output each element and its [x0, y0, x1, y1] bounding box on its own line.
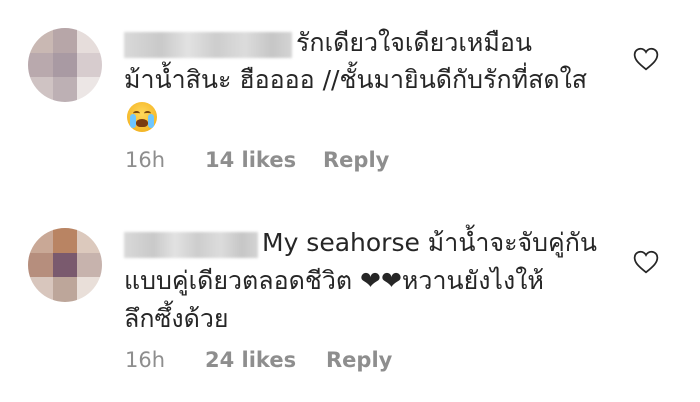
- comment-item-2: My seahorse ม้าน้ำจะจับคู่กัน แบบคู่เดีย…: [0, 190, 700, 402]
- loudly-crying-face-icon: [127, 102, 157, 132]
- comment-text-line: แบบคู่เดียวตลอดชีวิต ❤❤หวานยังไงให้: [124, 266, 544, 295]
- username-blurred[interactable]: [124, 32, 292, 58]
- comment-item-1: รักเดียวใจเดียวเหมือน ม้าน้ำสินะ ฮืออออ …: [0, 0, 700, 190]
- comment-text-line: ม้าน้ำสินะ ฮืออออ //ชั้นมายินดีกับรักที่…: [124, 65, 588, 94]
- avatar-pixel: [77, 277, 102, 302]
- avatar-pixel: [52, 77, 78, 102]
- heart-outline-icon[interactable]: [633, 250, 659, 274]
- avatar[interactable]: [28, 28, 102, 102]
- comment-timestamp[interactable]: 16h: [125, 148, 165, 172]
- avatar-pixel: [28, 277, 53, 302]
- comment-text-line: My seahorse ม้าน้ำจะจับคู่กัน: [262, 228, 597, 257]
- reply-button[interactable]: Reply: [323, 148, 389, 172]
- avatar-pixel: [52, 52, 78, 78]
- likes-count[interactable]: 14 likes: [205, 148, 296, 172]
- comment-text-line: ลึกซึ้งด้วย: [124, 304, 229, 333]
- avatar-pixel: [28, 52, 53, 78]
- avatar-pixel: [52, 28, 78, 53]
- avatar-pixel: [52, 252, 78, 278]
- avatar-pixel: [28, 252, 53, 278]
- avatar-pixel: [52, 228, 78, 253]
- heart-outline-icon[interactable]: [633, 47, 659, 71]
- comment-timestamp[interactable]: 16h: [125, 348, 165, 372]
- likes-count[interactable]: 24 likes: [205, 348, 296, 372]
- avatar-pixel: [28, 28, 53, 53]
- avatar-pixel: [77, 77, 102, 102]
- avatar-pixel: [52, 277, 78, 302]
- avatar[interactable]: [28, 228, 102, 302]
- comment-text-line: รักเดียวใจเดียวเหมือน: [296, 28, 532, 57]
- avatar-pixel: [77, 52, 102, 78]
- avatar-pixel: [28, 228, 53, 253]
- avatar-pixel: [77, 28, 102, 53]
- avatar-pixel: [77, 228, 102, 253]
- username-blurred[interactable]: [124, 232, 258, 258]
- avatar-pixel: [28, 77, 53, 102]
- reply-button[interactable]: Reply: [326, 348, 392, 372]
- avatar-pixel: [77, 252, 102, 278]
